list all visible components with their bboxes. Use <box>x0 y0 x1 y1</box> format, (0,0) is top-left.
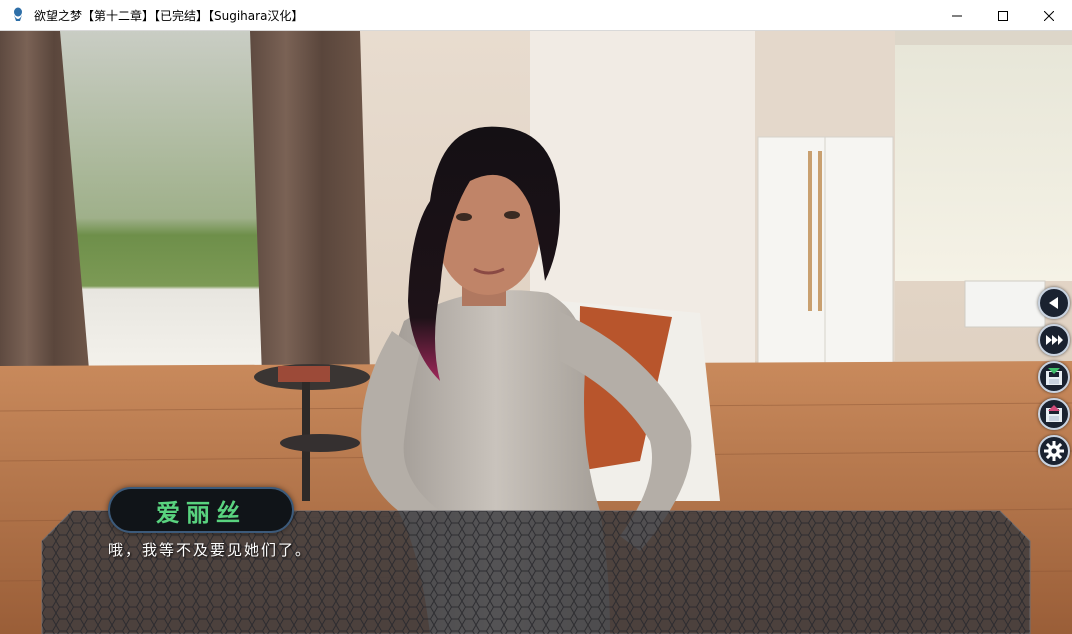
window-titlebar: 欲望之梦【第十二章】【已完结】【Sugihara汉化】 <box>0 0 1072 31</box>
speaker-namebox: 爱丽丝 <box>108 487 294 533</box>
settings-button[interactable] <box>1038 435 1070 467</box>
maximize-button[interactable] <box>980 0 1026 31</box>
skip-icon <box>1046 335 1063 345</box>
save-icon <box>1046 368 1062 385</box>
settings-icon <box>1044 441 1064 461</box>
back-button[interactable] <box>1038 287 1070 319</box>
game-viewport[interactable]: 爱丽丝 哦，我等不及要见她们了。 <box>0 31 1072 634</box>
back-icon <box>1049 297 1058 309</box>
save-button[interactable] <box>1038 361 1070 393</box>
close-icon <box>1044 10 1054 21</box>
speaker-name: 爱丽丝 <box>156 497 246 527</box>
maximize-icon <box>998 10 1008 21</box>
skip-button[interactable] <box>1038 324 1070 356</box>
app-icon <box>14 7 22 21</box>
quick-menu <box>1038 287 1070 467</box>
window-title: 欲望之梦【第十二章】【已完结】【Sugihara汉化】 <box>34 8 304 23</box>
minimize-icon <box>952 15 962 16</box>
load-button[interactable] <box>1038 398 1070 430</box>
dialogue-text[interactable]: 哦，我等不及要见她们了。 <box>108 539 312 560</box>
load-icon <box>1046 405 1062 422</box>
close-button[interactable] <box>1026 0 1072 31</box>
minimize-button[interactable] <box>934 0 980 31</box>
